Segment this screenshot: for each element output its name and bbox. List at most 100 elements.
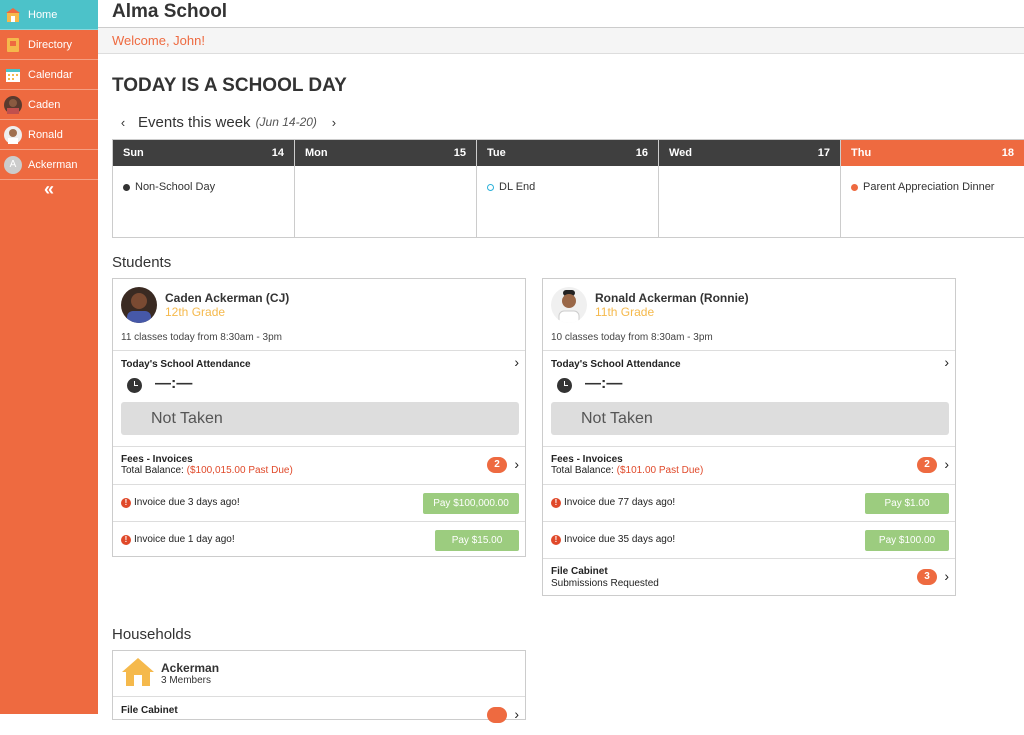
calendar-day[interactable]: Sun 14 Non-School Day <box>113 140 295 238</box>
sidebar-item-home[interactable]: Home <box>0 0 98 30</box>
calendar-day[interactable]: Tue 16 DL End <box>477 140 659 238</box>
fees-invoices-row[interactable]: Fees - Invoices Total Balance: ($100,015… <box>113 447 525 485</box>
attendance-title: Today's School Attendance <box>121 359 251 370</box>
welcome-message: Welcome, John! <box>98 28 1024 54</box>
calendar-icon <box>4 66 22 84</box>
chevron-right-icon[interactable]: › <box>944 456 949 472</box>
student-grade: 12th Grade <box>165 305 226 319</box>
calendar-event[interactable]: Parent Appreciation Dinner <box>851 181 1024 193</box>
household-name: Ackerman <box>161 661 220 675</box>
avatar <box>551 287 587 323</box>
chevron-right-icon[interactable]: › <box>514 354 519 370</box>
event-dot-icon <box>123 183 130 191</box>
invoice-row: ! Invoice due 35 days ago! Pay $100.00 <box>543 522 955 559</box>
calendar-event[interactable]: DL End <box>487 181 658 193</box>
day-date: 14 <box>271 147 284 159</box>
attendance-status: Not Taken <box>121 402 519 435</box>
pay-button[interactable]: Pay $1.00 <box>865 493 949 514</box>
attendance-section[interactable]: Today's School Attendance › —:— Not Take… <box>113 351 525 447</box>
invoice-text: Invoice due 1 day ago! <box>134 534 235 545</box>
file-count-badge: 3 <box>917 569 937 585</box>
sidebar-item-label: Caden <box>28 98 61 111</box>
total-balance: Total Balance: ($100,015.00 Past Due) <box>121 465 293 476</box>
next-week-button[interactable]: › <box>323 115 345 130</box>
attendance-time: —:— <box>585 375 623 392</box>
fees-invoices-row[interactable]: Fees - Invoices Total Balance: ($101.00 … <box>543 447 955 485</box>
student-card: Caden Ackerman (CJ) 12th Grade 11 classe… <box>112 278 526 557</box>
household-card: Ackerman 3 Members File Cabinet › <box>112 650 526 723</box>
alert-icon: ! <box>551 498 561 508</box>
school-icon <box>4 6 22 24</box>
house-icon <box>121 657 155 692</box>
total-balance: Total Balance: ($101.00 Past Due) <box>551 465 703 476</box>
attendance-title: Today's School Attendance <box>551 359 681 370</box>
day-name: Mon <box>305 147 328 159</box>
student-grade: 11th Grade <box>595 305 655 319</box>
calendar-day[interactable]: Mon 15 <box>295 140 477 238</box>
invoice-text: Invoice due 77 days ago! <box>564 497 676 508</box>
sidebar-item-label: Ackerman <box>28 158 78 171</box>
day-date: 15 <box>453 147 466 159</box>
file-cabinet-subtitle: Submissions Requested <box>551 578 659 589</box>
event-dot-icon <box>851 183 858 191</box>
pay-button[interactable]: Pay $100,000.00 <box>423 493 519 514</box>
sidebar-item-caden[interactable]: Caden <box>0 90 98 120</box>
balance-label: Total Balance: <box>121 465 184 476</box>
fees-title: Fees - Invoices <box>551 454 623 465</box>
collapse-sidebar-button[interactable]: « <box>0 176 98 202</box>
avatar <box>4 95 22 114</box>
pay-button[interactable]: Pay $100.00 <box>865 530 949 551</box>
clock-icon <box>127 378 142 393</box>
school-day-heading: TODAY IS A SCHOOL DAY <box>112 75 347 96</box>
attendance-section[interactable]: Today's School Attendance › —:— Not Take… <box>543 351 955 447</box>
households-section-title: Households <box>112 626 192 643</box>
student-header[interactable]: Caden Ackerman (CJ) 12th Grade 11 classe… <box>113 279 525 351</box>
sidebar-item-label: Directory <box>28 38 73 51</box>
week-calendar: Sun 14 Non-School Day Mon 15 Tue 16 DL End … <box>112 139 1024 238</box>
chevron-right-icon[interactable]: › <box>514 706 519 722</box>
students-section-title: Students <box>112 254 172 271</box>
invoice-row: ! Invoice due 1 day ago! Pay $15.00 <box>113 522 525 559</box>
day-name: Wed <box>669 147 693 159</box>
chevron-right-icon[interactable]: › <box>944 354 949 370</box>
household-file-cabinet-row[interactable]: File Cabinet › <box>113 697 525 735</box>
event-label: DL End <box>499 181 536 193</box>
chevron-right-icon[interactable]: › <box>944 568 949 584</box>
clock-icon <box>557 378 572 393</box>
balance-label: Total Balance: <box>551 465 614 476</box>
day-date: 16 <box>635 147 648 159</box>
student-name: Ronald Ackerman (Ronnie) <box>595 291 749 305</box>
classes-summary: 11 classes today from 8:30am - 3pm <box>121 332 282 343</box>
avatar <box>121 287 157 323</box>
file-cabinet-row[interactable]: File Cabinet Submissions Requested 3 › <box>543 559 955 597</box>
calendar-day[interactable]: Wed 17 <box>659 140 841 238</box>
file-cabinet-title: File Cabinet <box>121 705 178 716</box>
chevron-right-icon[interactable]: › <box>514 456 519 472</box>
classes-summary: 10 classes today from 8:30am - 3pm <box>551 332 713 343</box>
student-header[interactable]: Ronald Ackerman (Ronnie) 11th Grade 10 c… <box>543 279 955 351</box>
invoice-text: Invoice due 3 days ago! <box>134 497 240 508</box>
day-date: 18 <box>1001 147 1014 159</box>
invoice-count-badge: 2 <box>487 457 507 473</box>
household-header[interactable]: Ackerman 3 Members <box>113 651 525 697</box>
alert-icon: ! <box>121 498 131 508</box>
sidebar-item-calendar[interactable]: Calendar <box>0 60 98 90</box>
calendar-day-today[interactable]: Thu 18 Parent Appreciation Dinner <box>841 140 1024 238</box>
sidebar-item-directory[interactable]: Directory <box>0 30 98 60</box>
file-count-badge <box>487 707 507 723</box>
alert-icon: ! <box>551 535 561 545</box>
events-week-label: Events this week <box>138 113 251 131</box>
sidebar-item-ronald[interactable]: Ronald <box>0 120 98 150</box>
avatar <box>4 125 22 144</box>
book-icon <box>4 36 22 54</box>
alert-icon: ! <box>121 535 131 545</box>
balance-value: ($101.00 Past Due) <box>616 465 704 476</box>
attendance-time: —:— <box>155 375 193 392</box>
invoice-count-badge: 2 <box>917 457 937 473</box>
calendar-event[interactable]: Non-School Day <box>123 181 294 193</box>
invoice-text: Invoice due 35 days ago! <box>564 534 676 545</box>
pay-button[interactable]: Pay $15.00 <box>435 530 519 551</box>
page-title: Alma School <box>112 1 228 22</box>
event-label: Parent Appreciation Dinner <box>863 181 995 193</box>
previous-week-button[interactable]: ‹ <box>112 115 134 130</box>
